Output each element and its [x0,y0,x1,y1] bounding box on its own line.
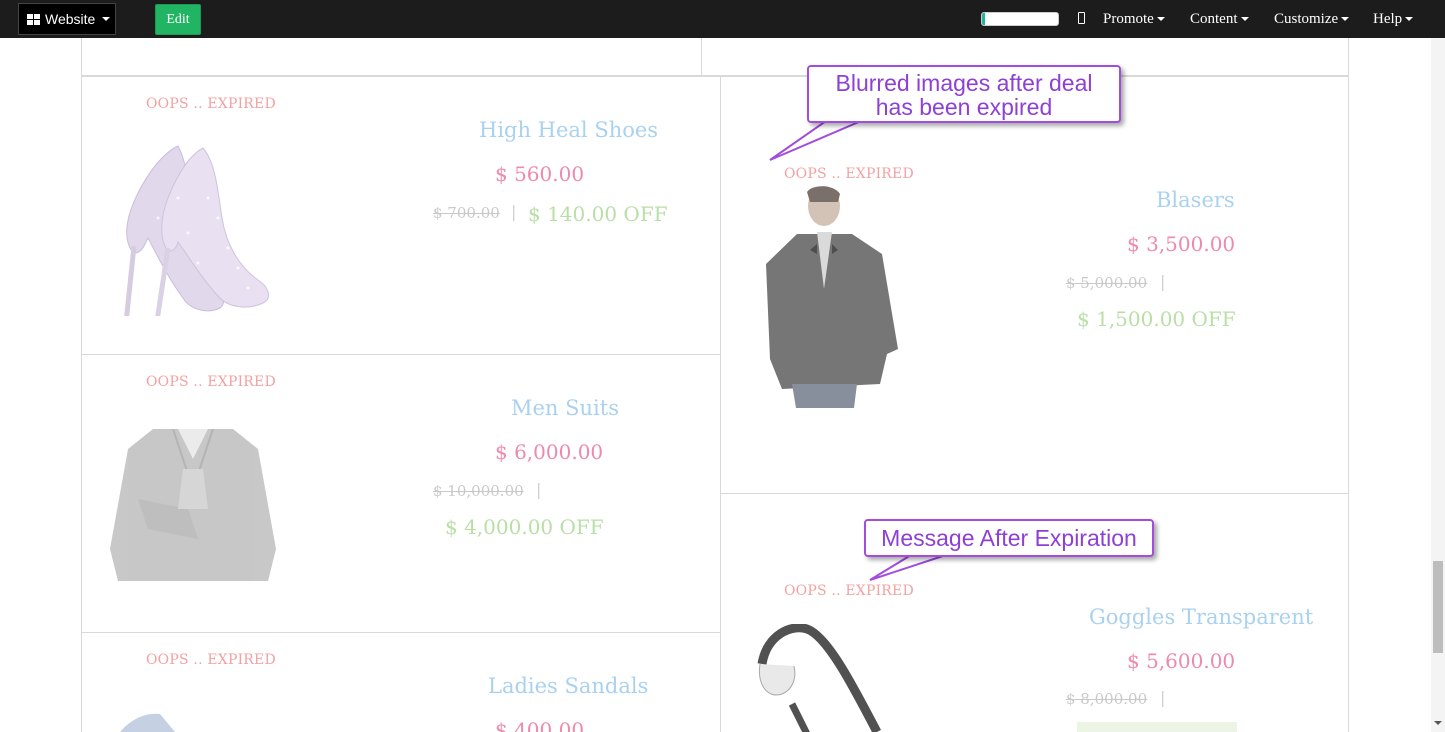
apps-grid-icon [27,13,41,25]
product-discount: $ 4,000.00 OFF [445,515,604,539]
caret-down-icon [1240,17,1249,21]
deals-grid: OOPS .. EXPIRED High Heal Shoes $ 560.00… [0,38,1431,732]
edit-button[interactable]: Edit [155,4,201,35]
product-price: $ 3,500.00 [1127,232,1236,256]
caret-down-icon [102,17,111,21]
product-old-price: $ 10,000.00 [433,482,524,500]
product-image-goggles[interactable] [752,624,882,732]
menu-customize[interactable]: Customize [1274,0,1350,38]
product-old-price: $ 5,000.00 [1066,274,1148,292]
progress-bar [981,12,1059,26]
product-discount: $ 140.00 OFF [528,202,668,226]
menu-content[interactable]: Content [1190,0,1249,38]
caret-down-icon [1156,17,1165,21]
product-name[interactable]: High Heal Shoes [479,118,658,142]
divider [720,493,1349,494]
product-name[interactable]: Goggles Transparent [1089,605,1313,629]
expired-label: OOPS .. EXPIRED [146,374,276,390]
expired-label: OOPS .. EXPIRED [146,652,276,668]
website-menu-button[interactable]: Website [18,3,116,35]
caret-down-icon [1341,17,1350,21]
price-separator: | [536,480,542,499]
menu-promote-label: Promote [1103,10,1154,27]
scroll-down-arrow-icon[interactable] [1433,718,1443,728]
price-separator: | [1160,688,1166,707]
product-image-heels[interactable] [108,138,278,316]
product-discount: $ 1,500.00 OFF [1077,307,1236,331]
product-price: $ 5,600.00 [1127,649,1236,673]
callout-expiration-message: Message After Expiration [864,519,1154,557]
callout-pointer [769,120,862,161]
divider [81,354,721,355]
divider [81,38,82,732]
progress-fill [982,13,986,25]
callout-text-line1: Blurred images after deal [835,70,1093,96]
mobile-preview-icon[interactable] [1078,12,1085,24]
divider [81,632,721,633]
divider [720,76,721,732]
product-discount-clipped [1077,722,1237,732]
product-image-sandals[interactable] [115,710,195,732]
divider [81,75,1349,77]
product-image-suit[interactable] [108,429,278,581]
expired-label: OOPS .. EXPIRED [784,583,914,599]
menu-customize-label: Customize [1274,10,1339,27]
expired-label: OOPS .. EXPIRED [146,96,276,112]
product-price: $ 6,000.00 [495,440,604,464]
product-image-blazer[interactable] [762,184,902,408]
caret-down-icon [1405,17,1414,21]
website-menu-label: Website [45,11,96,27]
expired-label: OOPS .. EXPIRED [784,166,914,182]
price-separator: | [1160,272,1166,291]
divider [701,38,702,76]
menu-promote[interactable]: Promote [1103,0,1165,38]
menu-help-label: Help [1373,10,1403,27]
top-navbar: Website Edit Promote Content Customize H… [0,0,1445,38]
callout-text-line2: has been expired [875,94,1053,120]
menu-help[interactable]: Help [1373,0,1414,38]
scrollbar-thumb[interactable] [1433,561,1443,653]
product-price: $ 560.00 [495,162,585,186]
price-separator: | [511,202,517,221]
divider [1348,38,1349,732]
product-name[interactable]: Men Suits [511,396,619,420]
product-name[interactable]: Ladies Sandals [488,674,648,698]
callout-blurred-images: Blurred images after deal has been expir… [807,65,1121,123]
menu-content-label: Content [1190,10,1238,27]
product-old-price: $ 8,000.00 [1066,690,1148,708]
product-price: $ 400.00 [495,718,585,732]
product-old-price: $ 700.00 [433,204,500,222]
product-name[interactable]: Blasers [1156,188,1235,212]
